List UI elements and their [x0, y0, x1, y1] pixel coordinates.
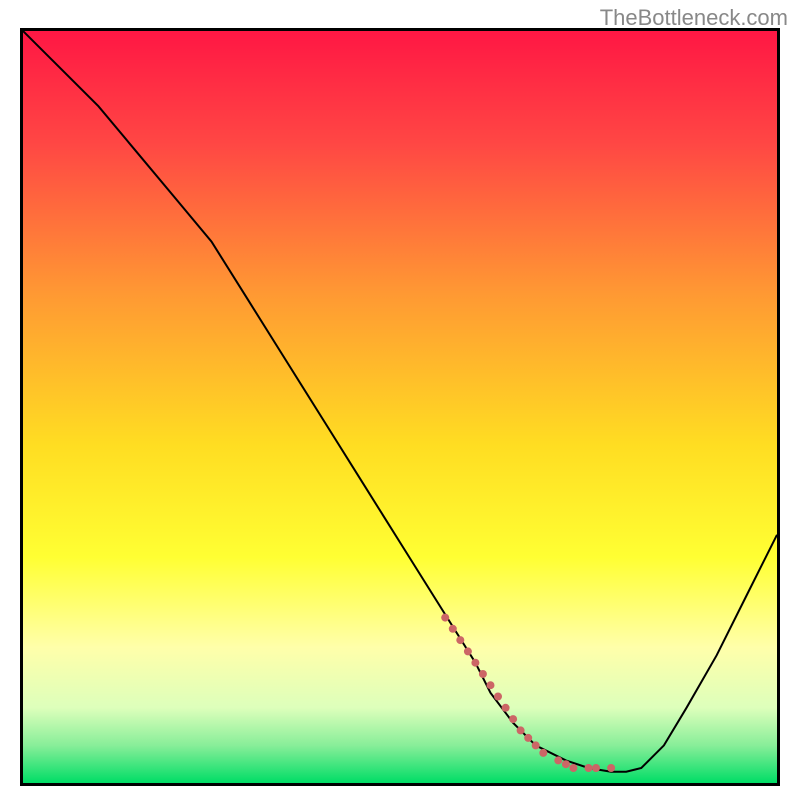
plot-area — [20, 28, 780, 786]
highlight-dot — [517, 726, 525, 734]
highlight-dot — [592, 764, 600, 772]
highlight-dot — [524, 734, 532, 742]
curve-overlay — [23, 31, 777, 783]
chart-container: TheBottleneck.com — [0, 0, 800, 800]
highlight-dot — [464, 647, 472, 655]
highlight-dot — [487, 681, 495, 689]
highlight-dot — [607, 764, 615, 772]
highlight-dot — [449, 625, 457, 633]
highlight-dot — [494, 693, 502, 701]
highlight-dot — [471, 659, 479, 667]
bottleneck-curve-path — [23, 31, 777, 772]
highlight-dot — [554, 756, 562, 764]
highlight-dot — [562, 760, 570, 768]
highlight-dot — [502, 704, 510, 712]
highlight-dot — [585, 764, 593, 772]
highlight-dot — [441, 614, 449, 622]
highlight-dot — [479, 670, 487, 678]
watermark-text: TheBottleneck.com — [600, 5, 788, 31]
highlight-dot — [456, 636, 464, 644]
highlight-dot — [539, 749, 547, 757]
highlight-dot — [532, 741, 540, 749]
highlight-dot — [509, 715, 517, 723]
highlight-dot — [569, 764, 577, 772]
